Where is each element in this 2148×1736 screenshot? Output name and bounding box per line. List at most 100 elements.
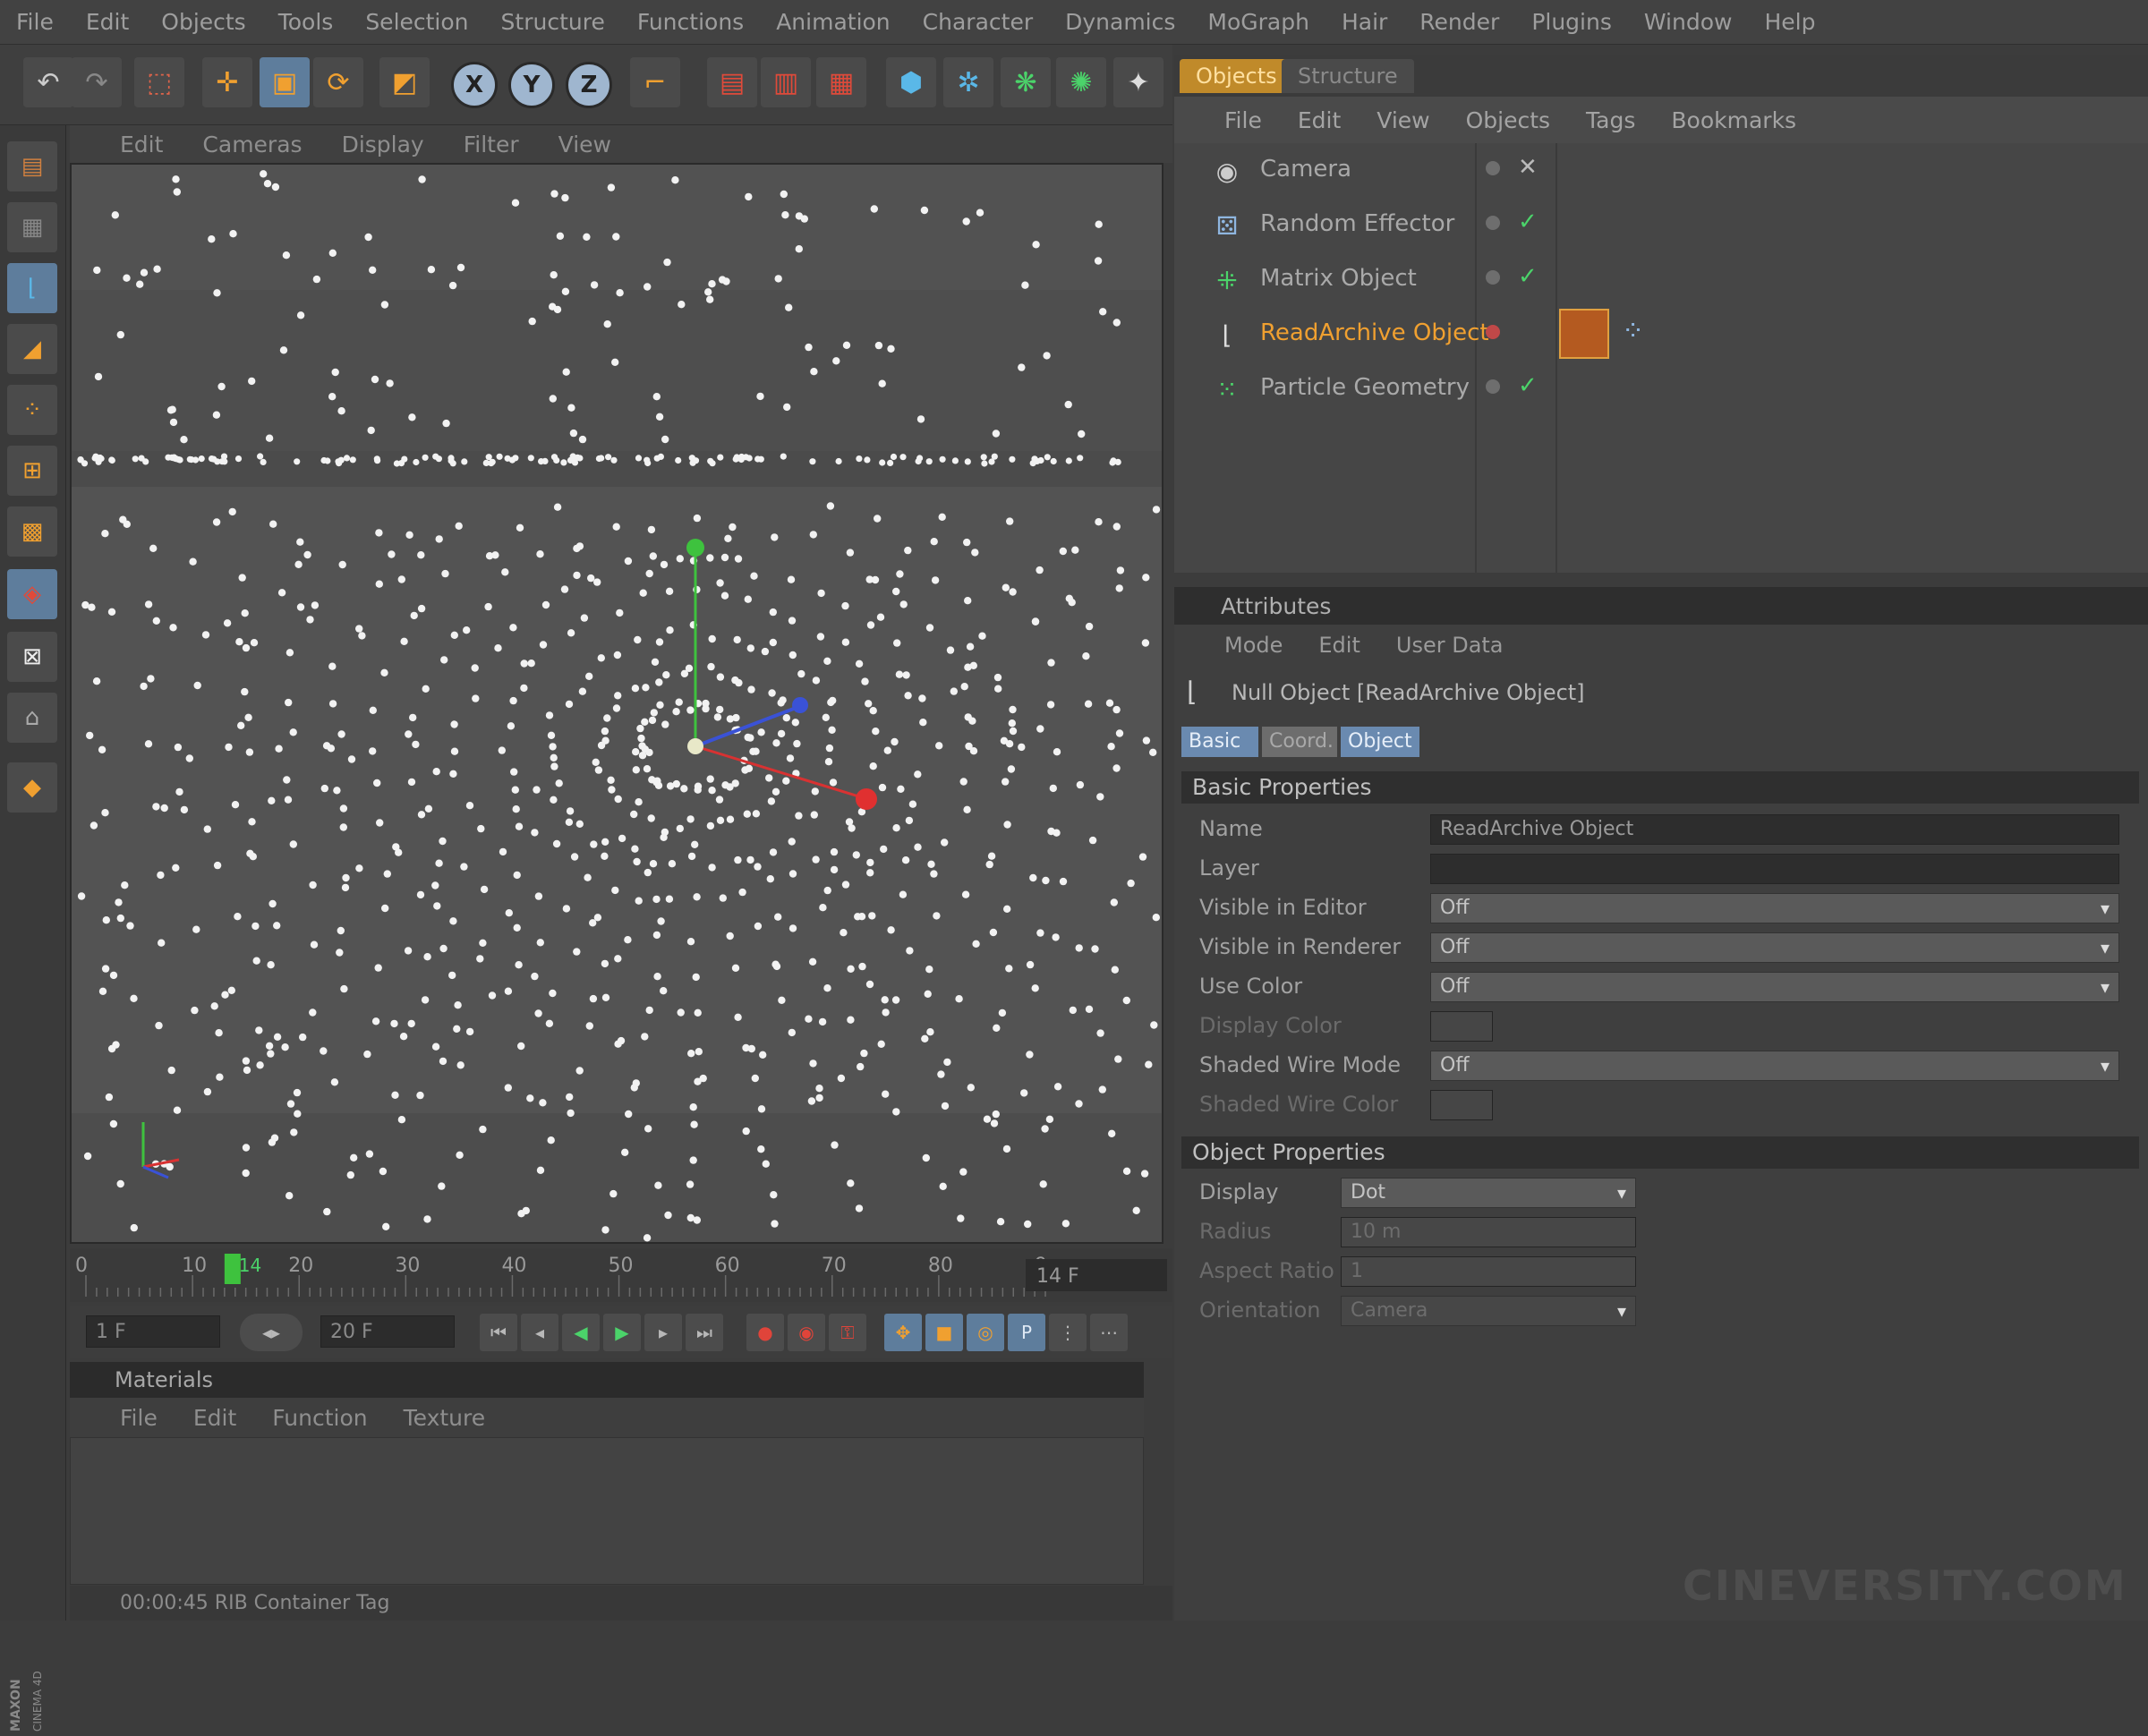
- viewport-canvas[interactable]: [72, 165, 1162, 1242]
- current-frame-field[interactable]: 14 F: [1036, 1265, 1079, 1288]
- menu-dynamics[interactable]: Dynamics: [1065, 9, 1175, 35]
- playhead[interactable]: [224, 1254, 241, 1284]
- go-to-start-icon[interactable]: ⏮: [480, 1314, 517, 1351]
- tab-objects[interactable]: Objects: [1180, 59, 1293, 93]
- attributes-menu-user-data[interactable]: User Data: [1396, 633, 1504, 658]
- enabled-check-icon[interactable]: ✓: [1518, 372, 1538, 399]
- y-axis-tip[interactable]: [686, 539, 704, 557]
- x-axis-handle[interactable]: [695, 745, 865, 800]
- workplane-icon[interactable]: ⌂: [7, 693, 57, 743]
- z-axis-tip[interactable]: [792, 697, 808, 713]
- render-view-icon[interactable]: ▤: [707, 57, 757, 107]
- object-name[interactable]: Matrix Object: [1260, 265, 1417, 292]
- timeline-options-icon[interactable]: ⋯: [1090, 1314, 1128, 1351]
- menu-selection[interactable]: Selection: [365, 9, 468, 35]
- menu-animation[interactable]: Animation: [776, 9, 890, 35]
- object-name[interactable]: ReadArchive Object: [1260, 319, 1489, 346]
- x-axis-tip[interactable]: [856, 788, 877, 810]
- enabled-check-icon[interactable]: ✓: [1518, 263, 1538, 290]
- tab-structure[interactable]: Structure: [1282, 59, 1414, 93]
- color-swatch[interactable]: [1430, 1011, 1493, 1042]
- materials-menu-file[interactable]: File: [120, 1405, 158, 1431]
- object-menu-edit[interactable]: Edit: [1298, 107, 1341, 133]
- property-dropdown[interactable]: Dot: [1341, 1178, 1636, 1208]
- menu-objects[interactable]: Objects: [161, 9, 245, 35]
- menu-tools[interactable]: Tools: [278, 9, 334, 35]
- edges-mode-icon[interactable]: ⊞: [7, 446, 57, 496]
- menu-edit[interactable]: Edit: [86, 9, 129, 35]
- object-name[interactable]: Camera: [1260, 156, 1351, 183]
- snap-icon[interactable]: ⊠: [7, 632, 57, 682]
- y-axis-icon[interactable]: Y: [508, 62, 555, 108]
- coordinate-system-icon[interactable]: ⌐: [630, 57, 680, 107]
- live-selection-icon[interactable]: ⬚: [134, 57, 184, 107]
- x-axis-icon[interactable]: X: [451, 62, 498, 108]
- property-field[interactable]: 1: [1341, 1256, 1636, 1287]
- object-menu-view[interactable]: View: [1377, 107, 1429, 133]
- timeline[interactable]: 0101420304050607080914 F: [70, 1248, 1172, 1302]
- play-backward-icon[interactable]: ◀: [562, 1314, 600, 1351]
- record-icon[interactable]: ●: [746, 1314, 784, 1351]
- object-row[interactable]: ⁜ Matrix Object ✓: [1174, 252, 2148, 306]
- tweak-icon[interactable]: ◈: [7, 569, 57, 619]
- render-settings-icon[interactable]: ▦: [816, 57, 866, 107]
- move-icon[interactable]: ✛: [202, 57, 252, 107]
- tag-icon[interactable]: ⁘: [1622, 316, 1644, 347]
- menu-mograph[interactable]: MoGraph: [1207, 9, 1309, 35]
- materials-area[interactable]: [70, 1437, 1144, 1585]
- step-forward-icon[interactable]: ▸: [644, 1314, 682, 1351]
- disabled-icon[interactable]: ✕: [1518, 154, 1538, 181]
- render-picture-viewer-icon[interactable]: ▥: [761, 57, 811, 107]
- scale-icon[interactable]: ▣: [260, 57, 310, 107]
- z-axis-icon[interactable]: Z: [566, 62, 612, 108]
- point-level-key-icon[interactable]: ⋮: [1049, 1314, 1087, 1351]
- materials-menu-edit[interactable]: Edit: [193, 1405, 236, 1431]
- materials-menu-texture[interactable]: Texture: [404, 1405, 486, 1431]
- perspective-viewport[interactable]: [70, 163, 1164, 1244]
- particle-icon[interactable]: ✺: [1056, 57, 1106, 107]
- color-swatch[interactable]: [1430, 1090, 1493, 1120]
- viewport-menu-filter[interactable]: Filter: [464, 132, 519, 157]
- cube-icon[interactable]: ⬢: [886, 57, 936, 107]
- object-row[interactable]: ⌊ ReadArchive Object ⁘: [1174, 307, 2148, 361]
- keyframe-selection-icon[interactable]: ⚿: [829, 1314, 866, 1351]
- object-menu-bookmarks[interactable]: Bookmarks: [1671, 107, 1796, 133]
- object-axis-icon[interactable]: ⌊: [7, 263, 57, 313]
- viewport-menu-edit[interactable]: Edit: [120, 132, 163, 157]
- visibility-dot-icon[interactable]: [1486, 325, 1500, 339]
- light-icon[interactable]: ✦: [1113, 57, 1164, 107]
- start-frame-field[interactable]: 1 F: [86, 1315, 220, 1348]
- property-dropdown[interactable]: Off: [1430, 893, 2119, 923]
- step-back-icon[interactable]: ◂: [521, 1314, 558, 1351]
- position-key-icon[interactable]: ✥: [884, 1314, 922, 1351]
- menu-character[interactable]: Character: [923, 9, 1033, 35]
- enabled-check-icon[interactable]: ✓: [1518, 208, 1538, 235]
- range-slider[interactable]: ◂▸: [240, 1314, 303, 1351]
- property-dropdown[interactable]: Off: [1430, 1051, 2119, 1081]
- object-row[interactable]: ⚄ Random Effector ✓: [1174, 198, 2148, 251]
- rib-container-tag-icon[interactable]: [1559, 309, 1609, 359]
- timeline-ruler[interactable]: 0101420304050607080914 F: [70, 1248, 1172, 1302]
- polygons-mode-icon[interactable]: ▩: [7, 506, 57, 557]
- rotation-key-icon[interactable]: ◎: [967, 1314, 1004, 1351]
- menu-render[interactable]: Render: [1419, 9, 1499, 35]
- play-forward-icon[interactable]: ▶: [603, 1314, 641, 1351]
- nurbs-icon[interactable]: ✲: [943, 57, 993, 107]
- menu-functions[interactable]: Functions: [637, 9, 744, 35]
- visibility-dot-icon[interactable]: [1486, 270, 1500, 285]
- attributes-menu-mode[interactable]: Mode: [1224, 633, 1283, 658]
- make-editable-icon[interactable]: ▤: [7, 141, 57, 191]
- points-mode-icon[interactable]: ⁘: [7, 385, 57, 435]
- go-to-end-icon[interactable]: ⏭: [686, 1314, 723, 1351]
- property-dropdown[interactable]: Camera: [1341, 1296, 1636, 1326]
- tab-coord[interactable]: Coord.: [1262, 727, 1337, 757]
- attributes-menu-edit[interactable]: Edit: [1318, 633, 1360, 658]
- model-tool-icon[interactable]: ▦: [7, 202, 57, 252]
- undo-icon[interactable]: ↶: [23, 57, 73, 107]
- property-field[interactable]: [1430, 854, 2119, 884]
- autokey-icon[interactable]: ◉: [788, 1314, 825, 1351]
- end-frame-field[interactable]: 20 F: [320, 1315, 455, 1348]
- menu-structure[interactable]: Structure: [501, 9, 605, 35]
- object-list[interactable]: ◉ Camera ✕ ⚄ Random Effector ✓ ⁜ Matrix Object ✓…: [1174, 143, 2148, 573]
- object-menu-objects[interactable]: Objects: [1466, 107, 1550, 133]
